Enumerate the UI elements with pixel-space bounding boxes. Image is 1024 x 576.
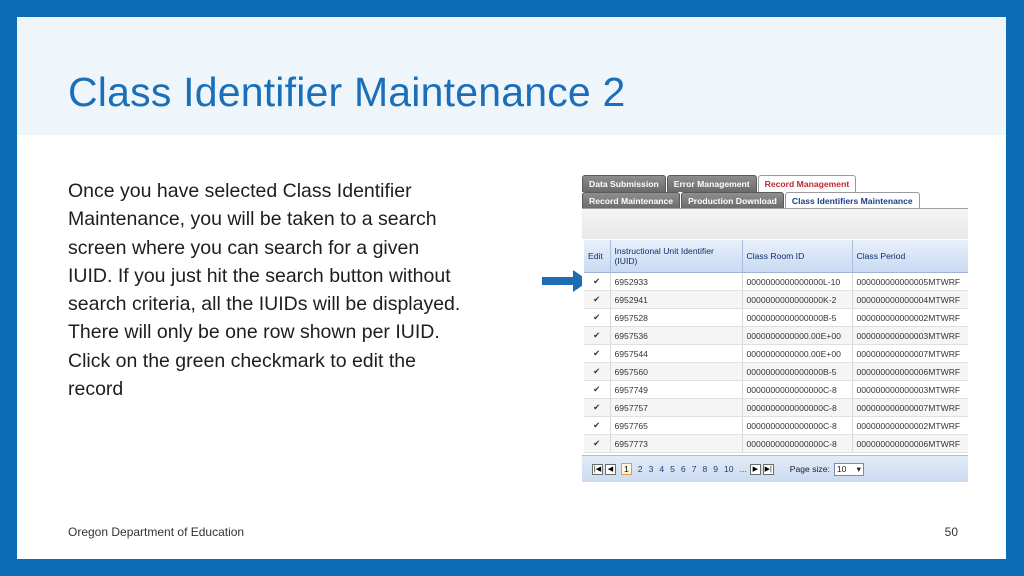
tab-record-management[interactable]: Record Management [757, 175, 857, 192]
iuid-cell: 6957773 [610, 434, 743, 453]
class-room-cell: 0000000000000.00E+00 [742, 326, 853, 345]
class-room-cell: 0000000000000000B-5 [742, 362, 853, 381]
body-text: Once you have selected Class Identifier … [68, 177, 463, 403]
column-header-class-room-id[interactable]: Class Room ID [742, 240, 853, 273]
table-row: ✔ 6957544 0000000000000.00E+00 000000000000… [584, 344, 968, 363]
checkmark-icon[interactable]: ✔ [584, 308, 611, 327]
iuid-cell: 6957749 [610, 380, 743, 399]
iuid-cell: 6957765 [610, 416, 743, 435]
checkmark-icon[interactable]: ✔ [584, 434, 611, 453]
checkmark-icon[interactable]: ✔ [584, 344, 611, 363]
iuid-cell: 6957544 [610, 344, 743, 363]
class-room-cell: 0000000000000.00E+00 [742, 344, 853, 363]
class-room-cell: 0000000000000000B-5 [742, 308, 853, 327]
table-row: ✔ 6957536 0000000000000.00E+00 000000000000… [584, 326, 968, 345]
iuid-cell: 6957560 [610, 362, 743, 381]
iuid-cell: 6957757 [610, 398, 743, 417]
iuid-cell: 6957536 [610, 326, 743, 345]
tab-error-management[interactable]: Error Management [666, 175, 757, 192]
tab-class-identifiers-maintenance[interactable]: Class Identifiers Maintenance [784, 192, 920, 209]
class-period-cell: 000000000000007MTWRF [852, 344, 968, 363]
checkmark-icon[interactable]: ✔ [584, 380, 611, 399]
prev-page-icon[interactable]: ◀ [605, 463, 616, 475]
column-header-iuid[interactable]: Instructional Unit Identifier (IUID) [610, 240, 743, 273]
class-period-cell: 000000000000006MTWRF [852, 434, 968, 453]
page-link[interactable]: 8 [702, 464, 707, 474]
tab-production-download[interactable]: Production Download [681, 192, 784, 209]
table-row: ✔ 6957749 0000000000000000C-8 0000000000000… [584, 380, 968, 399]
pager: |◀ ◀ 1 2 3 4 5 6 7 8 9 10 ... ▶ ▶| Page … [582, 455, 968, 482]
body-paragraph-2: There will only be one row shown per IUI… [68, 321, 440, 344]
page-link[interactable]: 2 [638, 464, 643, 474]
checkmark-icon[interactable]: ✔ [584, 272, 611, 291]
class-period-cell: 000000000000002MTWRF [852, 308, 968, 327]
table-row: ✔ 6957528 0000000000000000B-5 0000000000000… [584, 308, 968, 327]
checkmark-icon[interactable]: ✔ [584, 290, 611, 309]
checkmark-icon[interactable]: ✔ [584, 398, 611, 417]
page-number: 50 [944, 525, 958, 539]
tab-row-sub: Record Maintenance Production Download C… [582, 192, 921, 209]
checkmark-icon[interactable]: ✔ [584, 416, 611, 435]
footer-org: Oregon Department of Education [68, 525, 245, 539]
page-link[interactable]: 6 [681, 464, 686, 474]
table-row: ✔ 6952941 0000000000000000K-2 0000000000000… [584, 290, 968, 309]
page-link[interactable]: 3 [649, 464, 654, 474]
page-link[interactable]: 7 [692, 464, 697, 474]
iuid-table: Edit Instructional Unit Identifier (IUID… [584, 240, 968, 453]
class-period-cell: 000000000000007MTWRF [852, 398, 968, 417]
page-link[interactable]: 9 [713, 464, 718, 474]
class-room-cell: 0000000000000000L-10 [742, 272, 853, 291]
class-room-cell: 0000000000000000C-8 [742, 416, 853, 435]
class-room-cell: 0000000000000000C-8 [742, 380, 853, 399]
table-row: ✔ 6952933 0000000000000000L-10 000000000000… [584, 272, 968, 291]
class-period-cell: 000000000000003MTWRF [852, 326, 968, 345]
table-header-row: Edit Instructional Unit Identifier (IUID… [584, 240, 968, 273]
class-period-cell: 000000000000005MTWRF [852, 272, 968, 291]
app-screenshot: Data Submission Error Management Record … [582, 172, 968, 482]
class-period-cell: 000000000000006MTWRF [852, 362, 968, 381]
page-link[interactable]: 5 [670, 464, 675, 474]
body-paragraph-1: Once you have selected Class Identifier … [68, 180, 461, 316]
table-row: ✔ 6957757 0000000000000000C-8 0000000000000… [584, 398, 968, 417]
tab-record-maintenance[interactable]: Record Maintenance [582, 192, 681, 209]
first-page-icon[interactable]: |◀ [592, 463, 603, 475]
column-header-edit[interactable]: Edit [584, 240, 611, 273]
class-period-cell: 000000000000004MTWRF [852, 290, 968, 309]
next-page-icon[interactable]: ▶ [749, 463, 761, 475]
page-link[interactable]: 4 [659, 464, 664, 474]
slide: Class Identifier Maintenance 2 Once you … [17, 17, 1006, 559]
class-room-cell: 0000000000000000C-8 [742, 434, 853, 453]
tab-data-submission[interactable]: Data Submission [582, 175, 666, 192]
page-size-label: Page size: [789, 464, 830, 474]
tab-row-top: Data Submission Error Management Record … [582, 175, 857, 192]
last-page-icon[interactable]: ▶| [762, 463, 774, 475]
table-row: ✔ 6957765 0000000000000000C-8 0000000000000… [584, 416, 968, 435]
chevron-down-icon: ▾ [856, 463, 861, 474]
table-row: ✔ 6957560 0000000000000000B-5 0000000000000… [584, 362, 968, 381]
class-room-cell: 0000000000000000C-8 [742, 398, 853, 417]
page-link-current[interactable]: 1 [621, 463, 632, 475]
page-link-more[interactable]: ... [740, 464, 747, 474]
iuid-cell: 6952933 [610, 272, 743, 291]
page-title: Class Identifier Maintenance 2 [68, 69, 626, 115]
checkmark-icon[interactable]: ✔ [584, 362, 611, 381]
iuid-cell: 6952941 [610, 290, 743, 309]
class-period-cell: 000000000000003MTWRF [852, 380, 968, 399]
page-link[interactable]: 10 [724, 464, 734, 474]
class-period-cell: 000000000000002MTWRF [852, 416, 968, 435]
toolbar-band [582, 209, 968, 239]
iuid-cell: 6957528 [610, 308, 743, 327]
page-size-value: 10 [836, 464, 847, 474]
body-paragraph-3: Click on the green checkmark to edit the… [68, 349, 416, 401]
page-size-select[interactable]: 10 ▾ [833, 462, 864, 476]
class-room-cell: 0000000000000000K-2 [742, 290, 853, 309]
table-row: ✔ 6957773 0000000000000000C-8 0000000000000… [584, 434, 968, 453]
column-header-class-period[interactable]: Class Period [852, 240, 968, 273]
checkmark-icon[interactable]: ✔ [584, 326, 611, 345]
